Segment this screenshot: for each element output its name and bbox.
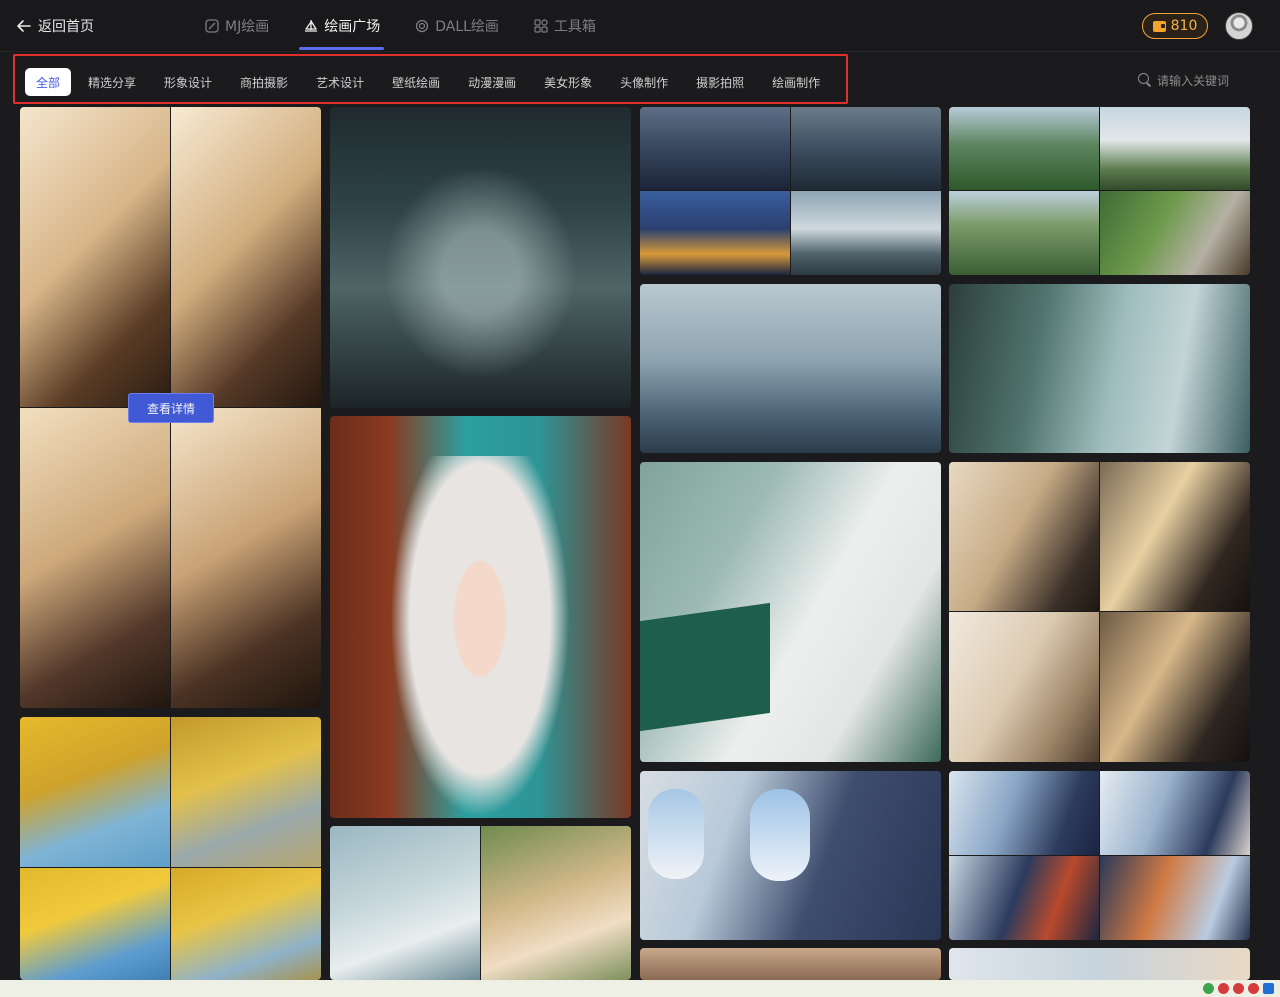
avatar[interactable] — [1225, 12, 1253, 40]
tab-toolbox[interactable]: 工具箱 — [519, 0, 610, 52]
image-tile — [1100, 771, 1250, 855]
back-home-label: 返回首页 — [38, 19, 94, 35]
tab-label: DALL绘画 — [435, 19, 499, 35]
search-icon — [1138, 73, 1152, 87]
gallery-card[interactable] — [330, 416, 631, 818]
main-tabs: MJ绘画 绘画广场 DALL绘画 工具箱 — [190, 0, 616, 52]
tray-icon[interactable] — [1248, 983, 1259, 994]
category-wallpaper[interactable]: 壁纸绘画 — [381, 68, 451, 96]
image-tile — [1100, 612, 1250, 762]
gallery-card[interactable] — [640, 462, 941, 762]
category-photography[interactable]: 摄影拍照 — [685, 68, 755, 96]
coin-count: 810 — [1170, 18, 1198, 34]
image-tile — [171, 717, 321, 867]
category-image-design[interactable]: 形象设计 — [153, 68, 223, 96]
view-details-button[interactable]: 查看详情 — [128, 393, 214, 423]
image-tile — [949, 612, 1099, 762]
gallery-card[interactable] — [640, 948, 941, 980]
back-home-link[interactable]: 返回首页 — [16, 14, 94, 38]
category-art-design[interactable]: 艺术设计 — [305, 68, 375, 96]
image-tile — [330, 826, 480, 980]
arrow-left-icon — [17, 20, 31, 32]
image-tile — [1100, 462, 1250, 611]
gallery-card[interactable] — [949, 948, 1250, 980]
tray-icon[interactable] — [1218, 983, 1229, 994]
mj-icon — [205, 19, 219, 33]
image-tile — [640, 107, 790, 190]
category-anime[interactable]: 动漫漫画 — [457, 68, 527, 96]
taskbar — [0, 980, 1280, 997]
gallery-card[interactable] — [949, 107, 1250, 275]
image-tile — [20, 408, 170, 708]
tray-icon[interactable] — [1263, 983, 1274, 994]
image-tile — [1100, 856, 1250, 940]
image-tile — [390, 456, 570, 818]
image-tile — [640, 602, 770, 732]
grid-icon — [534, 19, 548, 33]
image-tile — [20, 107, 170, 407]
image-tile — [949, 462, 1099, 611]
image-tile — [949, 191, 1099, 275]
gallery-card[interactable] — [640, 771, 941, 940]
top-navigation: 返回首页 MJ绘画 绘画广场 DALL绘画 工具箱 810 — [0, 0, 1280, 52]
image-tile — [791, 191, 941, 275]
gallery-card[interactable] — [640, 284, 941, 453]
category-list: 全部 精选分享 形象设计 商拍摄影 艺术设计 壁纸绘画 动漫漫画 美女形象 头像… — [25, 68, 837, 96]
category-product-photo[interactable]: 商拍摄影 — [229, 68, 299, 96]
image-tile — [1100, 107, 1250, 190]
image-tile — [791, 107, 941, 190]
tray-icon[interactable] — [1233, 983, 1244, 994]
tab-label: 绘画广场 — [324, 19, 381, 35]
image-tile — [1100, 191, 1250, 275]
search-box[interactable]: 请输入关键词 — [1138, 70, 1229, 90]
tab-drawing-plaza[interactable]: 绘画广场 — [289, 0, 394, 52]
gallery-card[interactable] — [949, 462, 1250, 762]
image-tile — [640, 191, 790, 275]
gallery-card[interactable] — [330, 107, 631, 408]
image-tile — [648, 789, 704, 879]
gallery-card[interactable] — [20, 717, 321, 980]
category-bar: 全部 精选分享 形象设计 商拍摄影 艺术设计 壁纸绘画 动漫漫画 美女形象 头像… — [13, 54, 848, 104]
wallet-icon — [1152, 20, 1166, 32]
image-tile — [481, 826, 631, 980]
image-tile — [171, 107, 321, 407]
category-avatar[interactable]: 头像制作 — [609, 68, 679, 96]
gallery-card[interactable] — [949, 771, 1250, 940]
system-tray — [1203, 983, 1274, 994]
image-tile — [949, 856, 1099, 940]
image-tile — [949, 107, 1099, 190]
tab-mj-drawing[interactable]: MJ绘画 — [190, 0, 283, 52]
gallery-card[interactable] — [640, 107, 941, 275]
image-tile — [750, 789, 810, 881]
openai-icon — [416, 19, 429, 33]
category-painting[interactable]: 绘画制作 — [761, 68, 831, 96]
sailboat-icon — [305, 20, 318, 32]
image-tile — [171, 408, 321, 708]
category-beauty[interactable]: 美女形象 — [533, 68, 603, 96]
tab-label: MJ绘画 — [225, 19, 270, 35]
category-featured[interactable]: 精选分享 — [77, 68, 147, 96]
coin-balance[interactable]: 810 — [1142, 13, 1208, 39]
category-all[interactable]: 全部 — [25, 68, 72, 96]
tab-dall-drawing[interactable]: DALL绘画 — [400, 0, 513, 52]
image-tile — [20, 868, 170, 980]
gallery-card[interactable] — [949, 284, 1250, 453]
image-tile — [171, 868, 321, 980]
image-tile — [949, 771, 1099, 855]
gallery-card[interactable] — [330, 826, 631, 980]
image-tile — [330, 107, 631, 408]
tab-label: 工具箱 — [553, 19, 596, 35]
tray-icon[interactable] — [1203, 983, 1214, 994]
image-tile — [20, 717, 170, 867]
search-placeholder: 请输入关键词 — [1157, 73, 1230, 88]
